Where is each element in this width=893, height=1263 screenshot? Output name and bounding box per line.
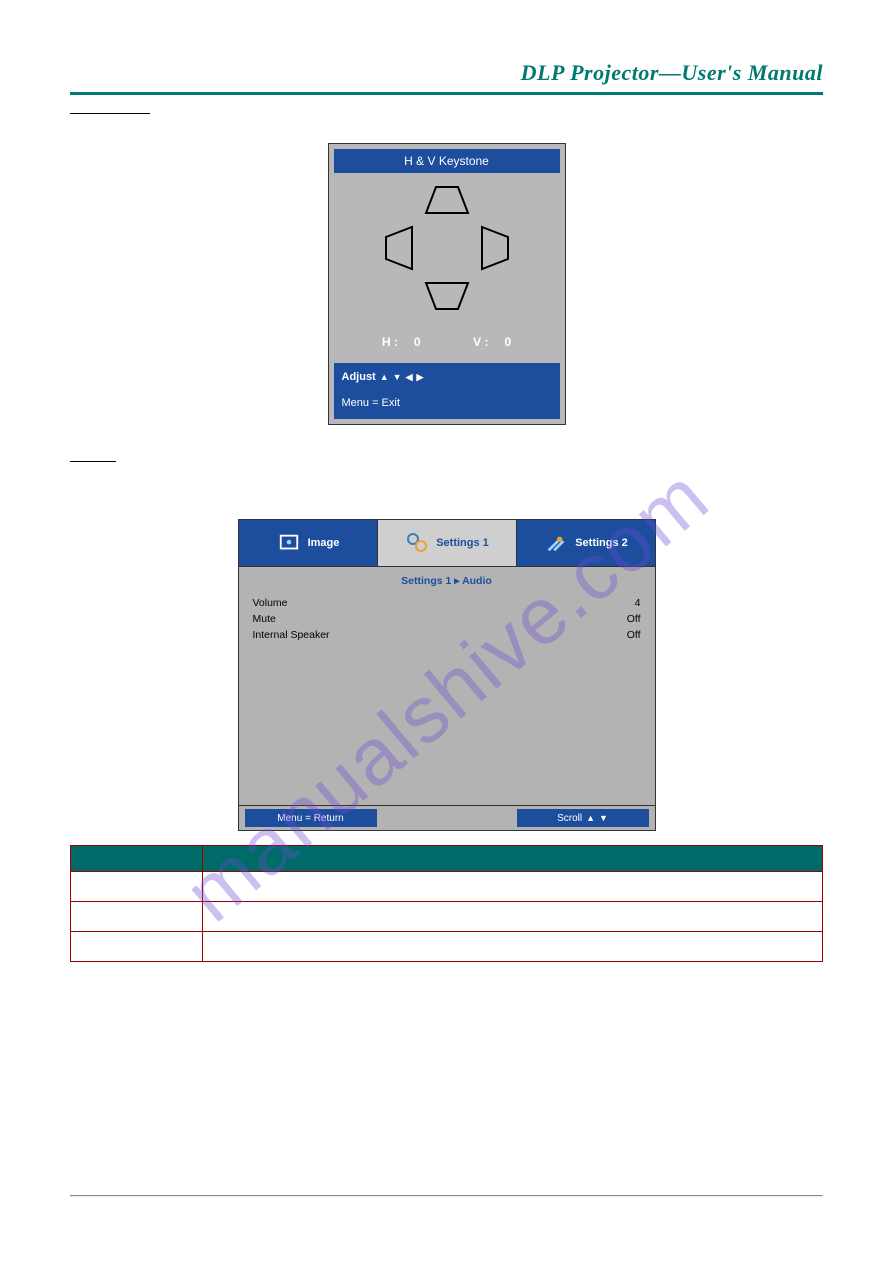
- tab-label: Image: [308, 537, 340, 549]
- table-row: [71, 902, 823, 932]
- tab-label: Settings 1: [436, 537, 489, 549]
- page-title: DLP Projector—User's Manual: [70, 60, 823, 86]
- osd-row-value: Off: [627, 629, 641, 641]
- triangle-down-icon: ▼: [393, 373, 402, 382]
- keystone-adjust-label: Adjust: [342, 371, 376, 383]
- osd-row-label: Mute: [253, 613, 276, 625]
- osd-tabs: Image Settings 1 Settings 2: [239, 520, 655, 566]
- header-rule: [70, 92, 823, 95]
- tab-image[interactable]: Image: [239, 520, 377, 566]
- osd-scroll-button[interactable]: Scroll ▲ ▼: [517, 809, 649, 827]
- osd-footer-spacer: [383, 806, 511, 830]
- keystone-values: H : 0 V : 0: [338, 335, 556, 349]
- triangle-up-icon: ▲: [380, 373, 389, 382]
- keystone-exit-label: Menu = Exit: [342, 397, 552, 409]
- keystone-h-label: H :: [382, 335, 398, 349]
- tab-settings-1[interactable]: Settings 1: [377, 520, 516, 566]
- osd-row-label: Internal Speaker: [253, 629, 330, 641]
- table-header-item: [71, 846, 203, 872]
- keystone-footer: Adjust ▲ ▼ ◀ ▶ Menu = Exit: [334, 363, 560, 419]
- osd-breadcrumb: Settings 1 ▸ Audio: [253, 573, 641, 595]
- keystone-right-icon[interactable]: [478, 223, 512, 273]
- keystone-v-value: 0: [505, 335, 512, 349]
- osd-row-internal-speaker[interactable]: Internal Speaker Off: [253, 627, 641, 643]
- keystone-up-icon[interactable]: [422, 183, 472, 217]
- tools-icon: [543, 530, 569, 556]
- manual-page: manualshive.com DLP Projector—User's Man…: [0, 0, 893, 1263]
- footer-rule: [70, 1195, 823, 1197]
- osd-row-value: Off: [627, 613, 641, 625]
- keystone-v-label: V :: [473, 335, 488, 349]
- osd-footer: Menu = Return Scroll ▲ ▼: [239, 806, 655, 830]
- tab-label: Settings 2: [575, 537, 628, 549]
- triangle-right-icon: ▶: [417, 373, 424, 382]
- keystone-left-icon[interactable]: [382, 223, 416, 273]
- table-row: [71, 872, 823, 902]
- table-row: [71, 932, 823, 962]
- osd-row-mute[interactable]: Mute Off: [253, 611, 641, 627]
- image-icon: [276, 530, 302, 556]
- triangle-up-icon: ▲: [586, 814, 595, 823]
- osd-dialog: Image Settings 1 Settings 2 Settings 1 ▸…: [238, 519, 656, 831]
- osd-row-label: Volume: [253, 597, 288, 609]
- osd-return-label: Menu = Return: [277, 813, 343, 824]
- osd-body: Settings 1 ▸ Audio Volume 4 Mute Off Int…: [239, 566, 655, 806]
- triangle-left-icon: ◀: [406, 373, 413, 382]
- keystone-body: H : 0 V : 0: [334, 173, 560, 355]
- keystone-h-value: 0: [414, 335, 421, 349]
- table-header-description: [203, 846, 823, 872]
- osd-scroll-label: Scroll: [557, 813, 582, 824]
- section-heading-keystone: [70, 113, 150, 114]
- gears-icon: [404, 530, 430, 556]
- keystone-dialog: H & V Keystone H : 0 V : 0: [328, 143, 566, 425]
- osd-return-button[interactable]: Menu = Return: [245, 809, 377, 827]
- table-header-row: [71, 846, 823, 872]
- osd-row-value: 4: [635, 597, 641, 609]
- section-heading-audio: [70, 461, 116, 462]
- audio-parameter-table: [70, 845, 823, 962]
- keystone-title: H & V Keystone: [334, 149, 560, 173]
- keystone-down-icon[interactable]: [422, 279, 472, 313]
- triangle-down-icon: ▼: [599, 814, 608, 823]
- tab-settings-2[interactable]: Settings 2: [516, 520, 655, 566]
- osd-row-volume[interactable]: Volume 4: [253, 595, 641, 611]
